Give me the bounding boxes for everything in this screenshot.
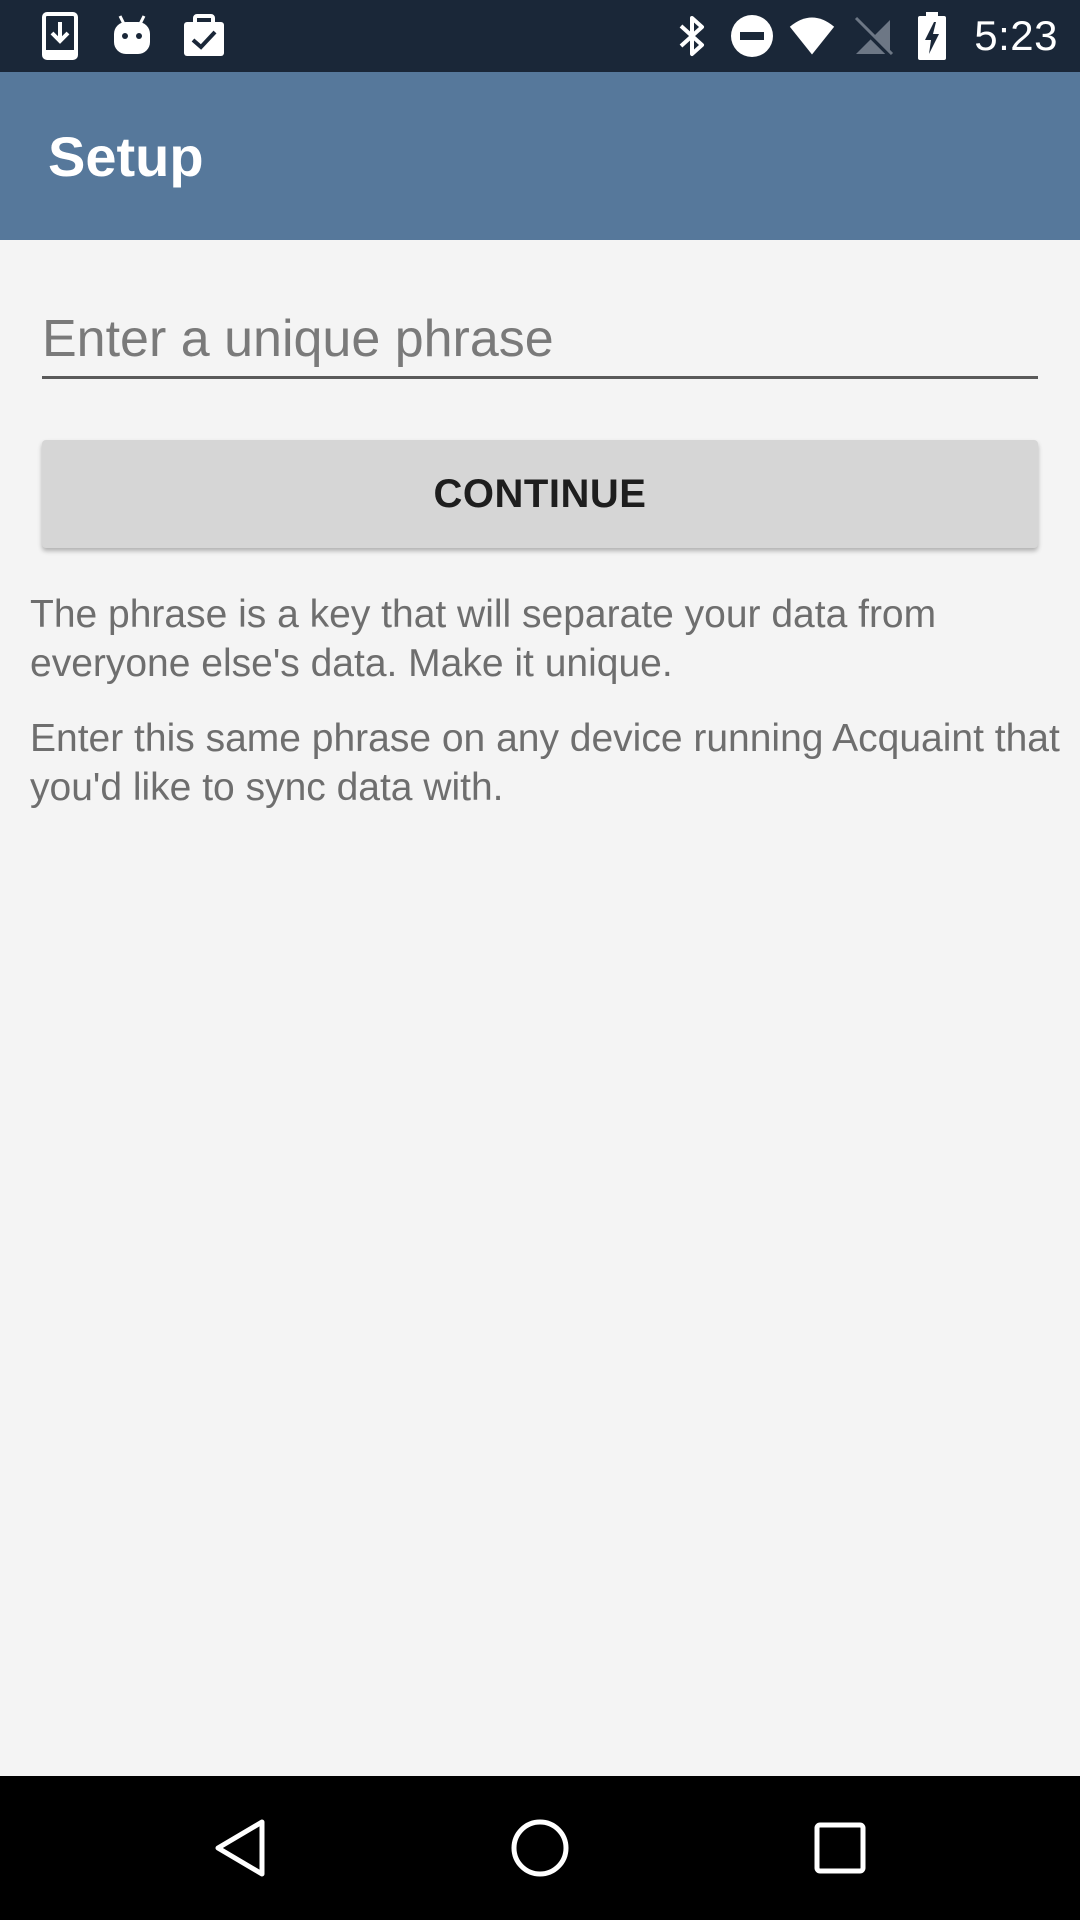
- continue-button[interactable]: CONTINUE: [42, 440, 1038, 548]
- do-not-disturb-icon: [728, 12, 776, 60]
- home-icon: [511, 1819, 569, 1877]
- back-button[interactable]: [204, 1812, 276, 1884]
- recents-icon: [814, 1822, 866, 1874]
- android-icon: [106, 10, 158, 62]
- battery-charging-icon: [908, 12, 956, 60]
- help-text-phrase-key: The phrase is a key that will separate y…: [30, 593, 937, 685]
- setup-form: CONTINUE The phrase is a key that will s…: [0, 240, 1080, 1776]
- clipboard-check-icon: [178, 10, 230, 62]
- status-time: 5:23: [974, 12, 1058, 59]
- home-button[interactable]: [504, 1812, 576, 1884]
- recents-button[interactable]: [804, 1812, 876, 1884]
- screen: 5:23 Setup CONTINUE The phrase is a key …: [0, 0, 1080, 1920]
- back-icon: [215, 1819, 265, 1877]
- bluetooth-icon: [668, 12, 716, 60]
- no-sim-icon: [848, 12, 896, 60]
- system-icons: 5:23: [656, 10, 1058, 62]
- download-icon: [34, 10, 86, 62]
- app-bar: Setup: [0, 72, 1080, 240]
- help-text-sync: Enter this same phrase on any device run…: [30, 717, 1060, 809]
- wifi-icon: [788, 12, 836, 60]
- phrase-input[interactable]: [42, 302, 1038, 379]
- status-bar: 5:23: [0, 0, 1080, 72]
- navigation-bar: [0, 1776, 1080, 1920]
- page-title: Setup: [48, 125, 204, 188]
- notification-icons: [34, 10, 250, 62]
